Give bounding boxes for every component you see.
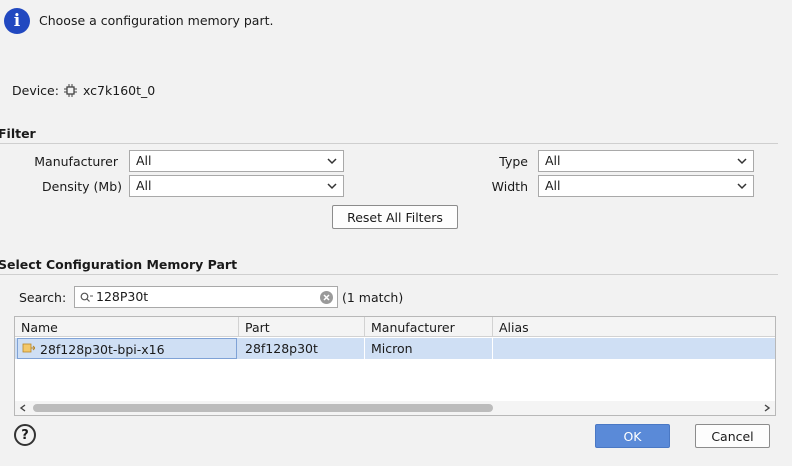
help-icon[interactable]: ? — [14, 424, 36, 446]
scroll-left-icon[interactable] — [19, 404, 27, 412]
width-select[interactable]: All — [538, 175, 754, 197]
cell-manufacturer: Micron — [365, 338, 493, 359]
select-part-title: Select Configuration Memory Part — [0, 257, 238, 272]
manufacturer-value: All — [136, 153, 152, 168]
parts-table: Name Part Manufacturer Alias 28f128p30t-… — [14, 316, 776, 416]
width-value: All — [545, 178, 561, 193]
column-header-manufacturer[interactable]: Manufacturer — [365, 317, 493, 337]
filter-title: Filter — [0, 126, 36, 141]
header-message: Choose a configuration memory part. — [39, 13, 274, 28]
device-label: Device: — [12, 83, 59, 98]
density-value: All — [136, 178, 152, 193]
column-header-name[interactable]: Name — [15, 317, 239, 337]
chevron-down-icon — [327, 183, 337, 190]
search-input[interactable]: 128P30t — [74, 286, 338, 308]
ok-label: OK — [623, 428, 642, 444]
ok-button[interactable]: OK — [595, 424, 670, 448]
cell-name: 28f128p30t-bpi-x16 — [17, 338, 237, 359]
manufacturer-select[interactable]: All — [129, 150, 344, 172]
search-value: 128P30t — [96, 289, 149, 304]
scrollbar-thumb[interactable] — [33, 404, 493, 412]
chevron-down-icon — [327, 158, 337, 165]
search-label: Search: — [19, 290, 67, 305]
density-select[interactable]: All — [129, 175, 344, 197]
select-separator — [0, 274, 778, 275]
info-icon: i — [4, 8, 30, 34]
clear-icon[interactable] — [319, 290, 334, 305]
manufacturer-label: Manufacturer — [34, 154, 118, 169]
density-label: Density (Mb) — [42, 179, 122, 194]
chevron-down-icon — [737, 158, 747, 165]
chevron-down-icon — [737, 183, 747, 190]
type-select[interactable]: All — [538, 150, 754, 172]
type-value: All — [545, 153, 561, 168]
scroll-right-icon[interactable] — [763, 404, 771, 412]
cancel-label: Cancel — [711, 428, 754, 444]
reset-filters-button[interactable]: Reset All Filters — [332, 205, 458, 229]
cell-part: 28f128p30t — [239, 338, 365, 359]
width-label: Width — [491, 179, 528, 194]
table-header: Name Part Manufacturer Alias — [15, 317, 775, 337]
type-label: Type — [499, 154, 528, 169]
cell-alias — [493, 338, 775, 359]
cell-name-text: 28f128p30t-bpi-x16 — [40, 342, 165, 357]
chip-icon — [64, 84, 77, 97]
column-header-part[interactable]: Part — [239, 317, 365, 337]
horizontal-scrollbar[interactable] — [15, 401, 775, 415]
match-count: (1 match) — [342, 290, 404, 305]
device-value: xc7k160t_0 — [83, 83, 156, 98]
cancel-button[interactable]: Cancel — [695, 424, 770, 448]
reset-filters-label: Reset All Filters — [347, 209, 443, 225]
search-icon — [80, 292, 93, 302]
filter-separator — [0, 143, 778, 144]
table-row[interactable]: 28f128p30t-bpi-x16 28f128p30t Micron — [15, 338, 775, 359]
memory-part-icon — [22, 343, 35, 353]
column-header-alias[interactable]: Alias — [493, 317, 775, 337]
